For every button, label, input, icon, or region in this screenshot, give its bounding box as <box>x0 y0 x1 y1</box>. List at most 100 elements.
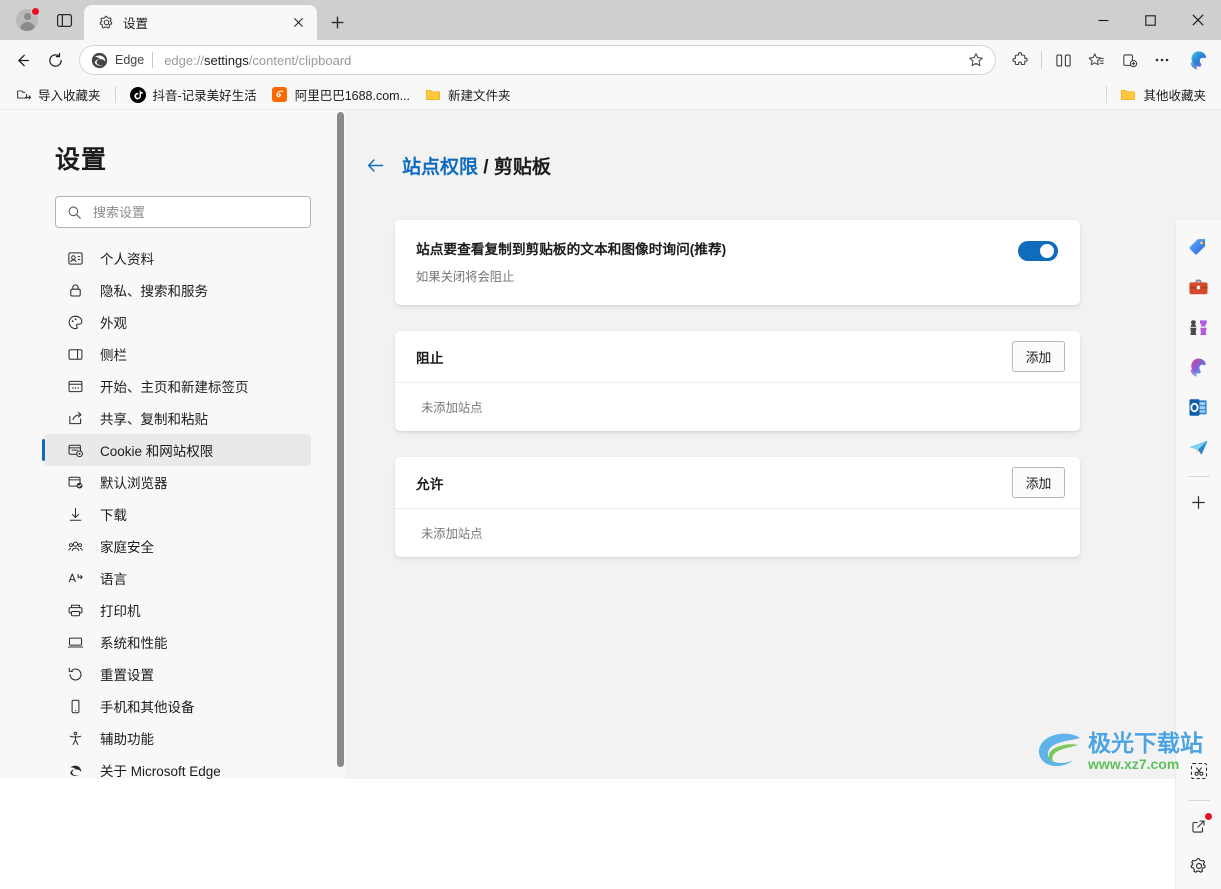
sidebar-item-downloads[interactable]: 下载 <box>44 498 311 530</box>
close-tab-button[interactable] <box>287 12 309 34</box>
sidebar-settings-button[interactable] <box>1182 849 1216 883</box>
bookmark-import-favorites[interactable]: 导入收藏夹 <box>8 83 108 107</box>
sidebar-item-label: 手机和其他设备 <box>100 700 195 715</box>
sidebar-microsoft365-button[interactable] <box>1182 350 1216 384</box>
titlebar-left-controls <box>0 5 84 40</box>
shopping-tag-icon <box>1189 238 1206 254</box>
block-list-empty-text: 未添加站点 <box>421 401 483 415</box>
microsoft365-icon <box>1190 357 1206 377</box>
sidebar-item-family-safety[interactable]: 家庭安全 <box>44 530 311 562</box>
sidebar-item-privacy[interactable]: 隐私、搜索和服务 <box>44 274 311 306</box>
page-title: 设置 <box>55 146 108 174</box>
edge-chip-label: Edge <box>115 53 145 67</box>
browser-essentials-button[interactable] <box>1113 45 1145 75</box>
edge-logo-icon <box>91 52 108 68</box>
sidebar-item-default-browser[interactable]: 默认浏览器 <box>44 466 311 498</box>
back-button[interactable] <box>365 155 386 176</box>
default-browser-icon <box>66 473 85 492</box>
split-screen-button[interactable] <box>1047 45 1079 75</box>
back-button[interactable] <box>6 45 38 75</box>
sidebar-item-start-home-newtab[interactable]: 开始、主页和新建标签页 <box>44 370 311 402</box>
more-options-button[interactable] <box>1146 45 1178 75</box>
sidebar-item-sidebar[interactable]: 侧栏 <box>44 338 311 370</box>
browser-essentials-icon <box>1122 53 1137 67</box>
sidebar-item-languages[interactable]: 语言 <box>44 562 311 594</box>
sidebar-item-label: 家庭安全 <box>100 540 154 555</box>
sidebar-item-printers[interactable]: 打印机 <box>44 594 311 626</box>
collections-button[interactable] <box>1080 45 1112 75</box>
screenshot-button[interactable] <box>1182 754 1216 788</box>
sidebar-item-reset-settings[interactable]: 重置设置 <box>44 658 311 690</box>
search-input[interactable] <box>93 204 299 220</box>
copilot-button[interactable] <box>1181 45 1215 75</box>
minimize-button[interactable] <box>1080 0 1127 40</box>
bookmark-new-folder[interactable]: 新建文件夹 <box>418 83 518 107</box>
tab-actions-button[interactable] <box>48 5 80 35</box>
customize-sidebar-button[interactable] <box>1182 485 1216 519</box>
sidebar-item-profile[interactable]: 个人资料 <box>44 242 311 274</box>
browser-tab[interactable]: 设置 <box>84 5 317 40</box>
search-icon <box>68 206 81 219</box>
sidebar-send-button[interactable] <box>1182 430 1216 464</box>
open-in-new-window-button[interactable] <box>1182 809 1216 843</box>
sidebar-item-share-copy-paste[interactable]: 共享、复制和粘贴 <box>44 402 311 434</box>
bookmark-alibaba[interactable]: 阿里巴巴1688.com... <box>265 83 417 107</box>
bookmark-douyin[interactable]: 抖音-记录美好生活 <box>123 83 264 107</box>
sidebar-item-label: 共享、复制和粘贴 <box>100 412 208 427</box>
folder-icon <box>1120 87 1136 103</box>
add-favorite-button[interactable] <box>961 47 991 73</box>
allow-list-header: 允许 添加 <box>395 457 1080 509</box>
extensions-button[interactable] <box>1004 45 1036 75</box>
sidebar-item-label: 辅助功能 <box>100 732 154 747</box>
scissors-screenshot-icon <box>1190 762 1207 780</box>
sidebar-item-about-edge[interactable]: 关于 Microsoft Edge <box>44 754 311 779</box>
add-allow-site-button[interactable]: 添加 <box>1012 467 1065 498</box>
profile-button[interactable] <box>10 5 44 35</box>
reset-icon <box>66 665 85 684</box>
palette-icon <box>66 313 85 332</box>
settings-nav-scrollbar[interactable] <box>337 112 344 772</box>
sidebar-workspaces-button[interactable] <box>1182 270 1216 304</box>
system-icon <box>66 633 85 652</box>
games-icon <box>1190 319 1207 335</box>
address-bar[interactable]: Edge edge://settings/content/clipboard <box>79 45 996 75</box>
sidebar-outlook-button[interactable] <box>1182 390 1216 424</box>
bookmarks-bar: 导入收藏夹 抖音-记录美好生活 阿里巴巴1688.com... 新建文件夹 其他… <box>0 80 1221 110</box>
add-block-site-button[interactable]: 添加 <box>1012 341 1065 372</box>
close-icon <box>1191 14 1204 26</box>
profile-icon <box>66 249 85 268</box>
bookmark-label: 抖音-记录美好生活 <box>152 89 257 103</box>
maximize-button[interactable] <box>1127 0 1174 40</box>
sidebar-games-button[interactable] <box>1182 310 1216 344</box>
bookmark-other-favorites[interactable]: 其他收藏夹 <box>1113 83 1213 107</box>
close-icon <box>293 17 303 28</box>
url-bold-segment: settings <box>203 52 249 68</box>
close-window-button[interactable] <box>1174 0 1221 40</box>
block-list-title: 阻止 <box>416 350 444 366</box>
sidebar-item-phone-other-devices[interactable]: 手机和其他设备 <box>44 690 311 722</box>
refresh-button[interactable] <box>39 45 71 75</box>
sidebar-shopping-button[interactable] <box>1182 230 1216 264</box>
download-icon <box>66 505 85 524</box>
cookie-permissions-icon <box>66 441 85 460</box>
sidebar-item-cookies-site-permissions[interactable]: Cookie 和网站权限 <box>42 434 311 466</box>
breadcrumb-parent-link[interactable]: 站点权限 <box>402 157 478 178</box>
new-tab-button[interactable] <box>320 7 354 37</box>
breadcrumb-current: 剪贴板 <box>493 157 551 178</box>
search-settings-box[interactable] <box>55 196 311 228</box>
sidebar-item-label: 开始、主页和新建标签页 <box>100 380 249 395</box>
bookmarks-divider <box>1106 86 1108 103</box>
gear-icon <box>98 15 114 31</box>
back-arrow-icon <box>367 159 384 172</box>
scrollbar-thumb[interactable] <box>337 112 344 767</box>
sidebar-item-appearance[interactable]: 外观 <box>44 306 311 338</box>
clipboard-permission-toggle[interactable] <box>1018 241 1058 261</box>
sidebar-item-system-performance[interactable]: 系统和性能 <box>44 626 311 658</box>
sidebar-item-label: 隐私、搜索和服务 <box>100 284 208 299</box>
edge-identity-chip: Edge <box>91 52 144 69</box>
sidebar-item-accessibility[interactable]: 辅助功能 <box>44 722 311 754</box>
bookmark-label: 阿里巴巴1688.com... <box>294 89 411 103</box>
family-safety-icon <box>66 537 85 556</box>
edge-sidebar-divider-bottom <box>1187 800 1210 801</box>
tab-title: 设置 <box>123 17 149 31</box>
